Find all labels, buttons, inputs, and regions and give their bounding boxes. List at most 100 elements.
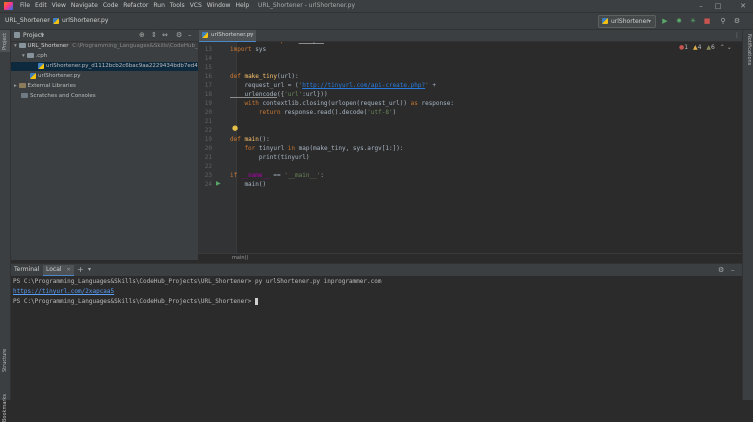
project-panel: Project ▾ ⊕ ⇕ ⇔ ⚙ – ▾ URL_Shortener C:\P… (11, 30, 207, 260)
folder-icon (26, 53, 34, 58)
line-number: 13 (204, 46, 212, 53)
code-token: contextlib.closing(urlopen(request_url)) (262, 100, 411, 107)
close-tab-icon[interactable]: ✕ (249, 30, 253, 41)
code-token: request_url = ( (230, 82, 299, 89)
navigation-bar: URL_Shortener › urlShortener.py urlShort… (0, 13, 753, 30)
code-line: import sys (230, 46, 266, 54)
line-number: 20 (204, 109, 212, 116)
title-bar: File Edit View Navigate Code Refactor Run Tools… (0, 0, 753, 13)
chevron-down-icon[interactable]: ▾ (41, 30, 44, 41)
collapse-all-icon[interactable]: ⇔ (162, 30, 168, 41)
gear-icon[interactable]: ⚙ (176, 30, 182, 41)
code-token: return (230, 109, 285, 116)
code-token: main (244, 136, 259, 143)
line-number: 21 (204, 118, 212, 125)
run-gutter-icon[interactable]: ▶ (216, 180, 221, 187)
add-tab-icon[interactable]: + (77, 264, 84, 276)
code-token: import (230, 46, 256, 53)
tree-item-cph[interactable]: ▾ .cph (11, 52, 198, 61)
tab-label: urlShortener.py (211, 32, 254, 38)
warning-icon: ▲ (693, 44, 698, 51)
chevron-up-icon[interactable]: ⌃ (720, 44, 725, 51)
folder-icon (18, 43, 26, 48)
code-line: def make_tiny(url): (230, 73, 299, 81)
breadcrumb-file[interactable]: urlShortener.py (62, 13, 108, 29)
line-number: 20 (204, 145, 212, 152)
run-icon[interactable]: ▶ (660, 16, 670, 26)
run-configuration-label: urlShortener (611, 18, 649, 25)
menu-run[interactable]: Run (153, 0, 165, 12)
menu-window[interactable]: Window (207, 0, 231, 12)
code-token: response: (421, 100, 454, 107)
line-number: 19 (204, 136, 212, 143)
stop-icon[interactable]: ■ (702, 16, 712, 26)
inspection-widget[interactable]: ●1 ▲4 ▲6 ⌃ ⌄ (679, 44, 732, 51)
menu-code[interactable]: Code (103, 0, 118, 12)
tree-item-external-libraries[interactable]: ▸ External Libraries (11, 82, 198, 91)
editor-breadcrumb[interactable]: main() (232, 254, 248, 262)
line-number: 19 (204, 100, 212, 107)
warning-count: 4 (697, 44, 702, 51)
project-tool-button[interactable]: Project (0, 30, 10, 52)
menu-edit[interactable]: Edit (35, 0, 47, 12)
code-editor[interactable]: 1213 14 15 16 17 18 19 20 21 22 19 20 21 22 23 24 ● 1 ▲4… (198, 42, 742, 253)
minimize-icon[interactable]: – (694, 0, 708, 12)
window-title: URL_Shortener - urlShortener.py (258, 2, 356, 9)
bookmarks-tool-button[interactable]: Bookmarks (2, 394, 8, 422)
code-line: if __name__ == '__main__': (230, 172, 324, 180)
folder-icon (14, 32, 20, 38)
line-number: 22 (204, 127, 212, 134)
chevron-right-icon: ▸ (14, 83, 17, 89)
tree-item-cph-file[interactable]: urlShortener.py_d1112bcb2c6bac9aa2229434… (11, 62, 207, 71)
menu-file[interactable]: File (20, 0, 30, 12)
code-token: + (428, 82, 436, 89)
tree-item-urlshortener[interactable]: urlShortener.py (11, 72, 198, 81)
hide-panel-icon[interactable]: – (188, 30, 192, 41)
menu-refactor[interactable]: Refactor (123, 0, 148, 12)
lightbulb-icon[interactable]: ● (232, 124, 238, 132)
coverage-icon[interactable]: ☀ (688, 16, 698, 26)
expand-all-icon[interactable]: ⇕ (151, 30, 157, 41)
code-token: (): (258, 136, 270, 143)
maximize-icon[interactable]: □ (711, 0, 725, 12)
chevron-down-icon[interactable]: ▾ (88, 264, 91, 276)
breadcrumb-project[interactable]: URL_Shortener (5, 13, 50, 29)
tree-item-project-root[interactable]: ▾ URL_Shortener C:\Programming_Languages… (11, 42, 201, 51)
line-number: 23 (204, 172, 212, 179)
debug-icon[interactable]: ✹ (674, 16, 684, 26)
hide-panel-icon[interactable]: – (731, 264, 735, 276)
locate-icon[interactable]: ⊕ (139, 30, 145, 41)
chevron-down-icon[interactable]: ⌄ (727, 44, 732, 51)
library-icon (18, 83, 26, 88)
line-number: 15 (204, 64, 212, 71)
close-icon[interactable]: ✕ (736, 0, 750, 12)
more-tabs-icon[interactable]: ⋮ (734, 30, 740, 41)
notifications-tool-button[interactable]: Notifications (746, 34, 752, 65)
settings-icon[interactable]: ⚙ (732, 16, 742, 26)
menu-view[interactable]: View (52, 0, 66, 12)
code-line: for tinyurl in map(make_tiny, sys.argv[1… (230, 145, 403, 153)
code-token: ) (392, 109, 397, 116)
terminal-output[interactable]: PS C:\Programming_Languages&Skills\CodeH… (11, 276, 742, 400)
code-token: (url): (276, 73, 299, 80)
menu-help[interactable]: Help (235, 0, 249, 12)
project-tool-label: Project (2, 32, 8, 50)
code-token: http://tinyurl.com/api-create.php? (302, 82, 426, 89)
menu-tools[interactable]: Tools (170, 0, 185, 12)
structure-tool-button[interactable]: Structure (2, 349, 8, 372)
tree-item-scratches[interactable]: Scratches and Consoles (11, 92, 198, 101)
code-token: as (410, 100, 422, 107)
gear-icon[interactable]: ⚙ (718, 264, 724, 276)
menu-navigate[interactable]: Navigate (71, 0, 98, 12)
search-icon[interactable]: ⚲ (718, 16, 728, 26)
code-token: urlopen (299, 42, 324, 44)
scratches-icon (21, 93, 28, 98)
run-configuration-select[interactable]: urlShortener ▾ (598, 15, 656, 28)
close-tab-icon[interactable]: ✕ (66, 267, 70, 273)
left-tool-stripe: Project Structure Bookmarks (0, 30, 11, 422)
code-token: 'url' (284, 91, 303, 98)
terminal-link[interactable]: https://tinyurl.com/2xapcaa5 (13, 288, 114, 296)
code-line: main() (230, 181, 266, 189)
menu-vcs[interactable]: VCS (190, 0, 202, 12)
code-token: sys (255, 46, 267, 53)
